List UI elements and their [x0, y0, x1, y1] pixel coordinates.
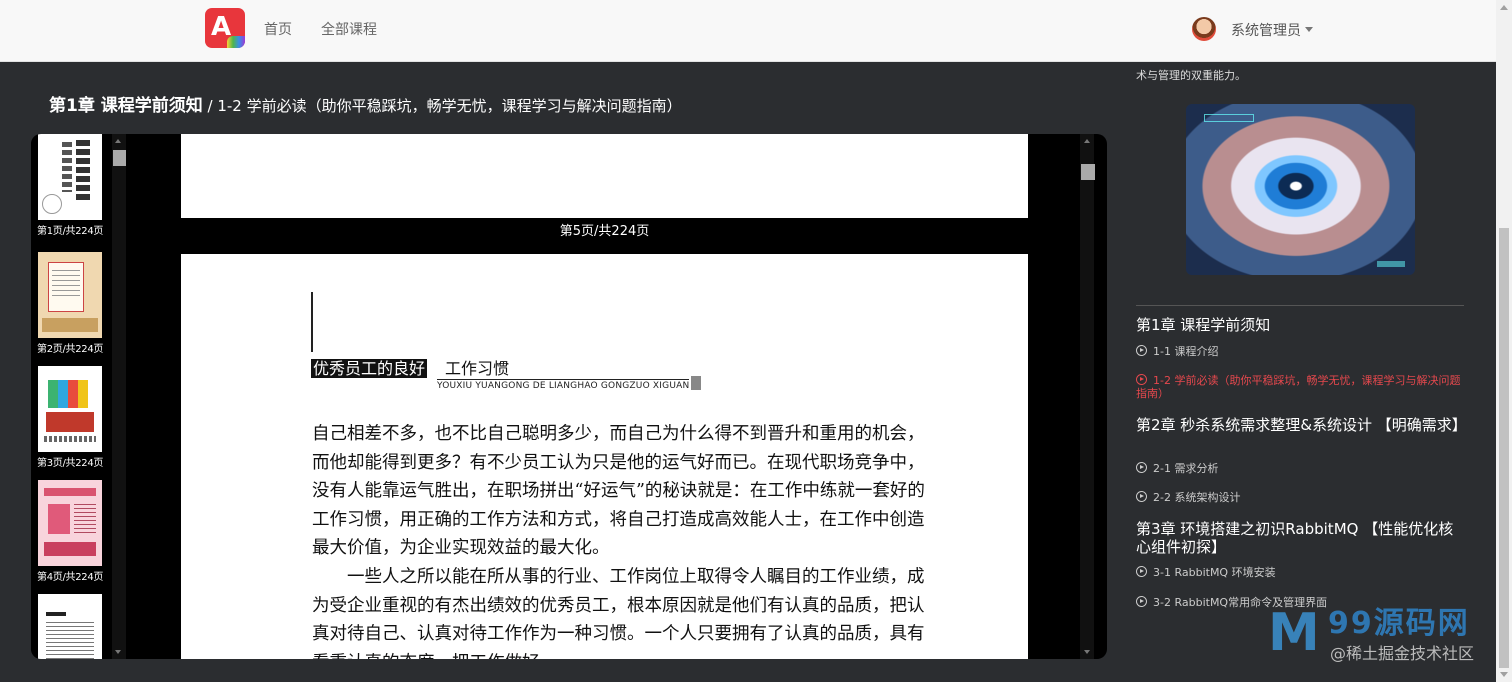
scroll-up-icon[interactable] — [1084, 139, 1090, 143]
sidebar-chapter-3: 第3章 环境搭建之初识RabbitMQ 【性能优化核心组件初探】 — [1136, 520, 1454, 556]
scroll-down-icon[interactable] — [1084, 650, 1090, 654]
sidebar-lesson-label: 2-1 需求分析 — [1153, 462, 1219, 475]
play-circle-icon — [1136, 491, 1147, 502]
page-heading-highlight: 优秀员工的良好 — [311, 359, 428, 378]
sidebar-lesson-label: 1-1 课程介绍 — [1153, 345, 1219, 358]
lesson-chapter-title: 第1章 课程学前须知 — [49, 96, 203, 116]
play-circle-icon — [1136, 596, 1147, 607]
thumbnail-scrollbar[interactable] — [112, 134, 126, 659]
watermark-subtext: @稀土掘金技术社区 — [1330, 644, 1475, 663]
thumbnail-label: 第4页/共224页 — [37, 572, 104, 583]
page-decoration-mark — [691, 376, 701, 390]
thumbnail-page-5[interactable] — [38, 594, 102, 659]
sidebar-lesson-label: 3-1 RabbitMQ 环境安装 — [1153, 566, 1276, 579]
thumbnail-image[interactable] — [38, 366, 102, 452]
top-navbar: A 首页 全部课程 系统管理员 — [0, 0, 1496, 62]
thumbnail-page-2[interactable]: 第2页/共224页 — [37, 252, 104, 355]
scroll-down-icon[interactable] — [1500, 672, 1508, 677]
page-number-label: 第5页/共224页 — [559, 224, 650, 239]
sidebar-lesson-2-2[interactable]: 2-2 系统架构设计 — [1136, 491, 1468, 504]
page-heading: 优秀员工的良好 工作习惯 — [311, 355, 510, 378]
page-scrollbar[interactable] — [1496, 0, 1512, 682]
sidebar-chapter-1: 第1章 课程学前须知 — [1136, 316, 1271, 334]
thumbnail-page-4[interactable]: 第4页/共224页 — [37, 480, 104, 583]
thumbnail-image[interactable] — [38, 134, 102, 220]
thumbnail-label: 第1页/共224页 — [37, 226, 104, 237]
lesson-subtitle: / 1-2 学前必读（助你平稳踩坑，畅学无忧，课程学习与解决问题指南） — [202, 97, 682, 115]
site-logo[interactable]: A — [205, 8, 245, 48]
watermark-logo: 99源码网 — [1328, 606, 1470, 641]
previous-page — [181, 134, 1028, 218]
page-scrollbar-thumb[interactable] — [1499, 228, 1509, 668]
sidebar-chapter-2: 第2章 秒杀系统需求整理&系统设计 【明确需求】 — [1136, 416, 1467, 434]
thumbnail-page-1[interactable]: 第1页/共224页 — [37, 134, 104, 237]
lesson-title: 第1章 课程学前须知 / 1-2 学前必读（助你平稳踩坑，畅学无忧，课程学习与解… — [49, 91, 682, 116]
sidebar-lesson-3-1[interactable]: 3-1 RabbitMQ 环境安装 — [1136, 566, 1468, 579]
thumbnail-panel: 第1页/共224页 第2页/共224页 第3页/共224页 第4页/共224页 — [31, 134, 113, 659]
play-circle-icon — [1136, 345, 1147, 356]
page-body: 自己相差不多，也不比自己聪明多少，而自己为什么得不到晋升和重用的机会，而他却能得… — [312, 420, 932, 659]
document-viewer: 第1页/共224页 第2页/共224页 第3页/共224页 第4页/共224页 … — [31, 134, 1107, 659]
play-circle-icon — [1136, 462, 1147, 473]
scroll-up-icon[interactable] — [1500, 5, 1508, 10]
sidebar-lesson-label: 2-2 系统架构设计 — [1153, 491, 1241, 504]
play-circle-icon — [1136, 374, 1147, 385]
hud-decoration — [1377, 261, 1405, 267]
thumbnail-image[interactable] — [38, 594, 102, 659]
course-intro-fragment: 术与管理的双重能力。 — [1136, 69, 1246, 82]
nav-all-courses-link[interactable]: 全部课程 — [321, 19, 377, 39]
thumbnail-label: 第3页/共224页 — [37, 458, 104, 469]
hud-decoration — [1204, 114, 1254, 122]
chevron-down-icon[interactable] — [1305, 27, 1313, 32]
thumbnail-image[interactable] — [38, 252, 102, 338]
thumbnail-label: 第2页/共224页 — [37, 344, 104, 355]
page-decoration-rule — [311, 292, 313, 352]
sidebar-lesson-1-1[interactable]: 1-1 课程介绍 — [1136, 345, 1468, 358]
scroll-down-icon[interactable] — [115, 650, 121, 654]
page-paragraph: 一些人之所以能在所从事的行业、工作岗位上取得令人瞩目的工作业绩，成为受企业重视的… — [312, 566, 925, 659]
thumbnail-image[interactable] — [38, 480, 102, 566]
page-heading-pinyin: YOUXIU YUANGONG DE LIANGHAO GONGZUO XIGU… — [437, 379, 690, 391]
sidebar-divider — [1136, 305, 1464, 306]
sidebar-lesson-2-1[interactable]: 2-1 需求分析 — [1136, 462, 1468, 475]
scroll-up-icon[interactable] — [115, 139, 121, 143]
thumbnail-scrollbar-thumb[interactable] — [113, 150, 126, 166]
sidebar-lesson-1-2[interactable]: 1-2 学前必读（助你平稳踩坑，畅学无忧，课程学习与解决问题指南） — [1136, 374, 1468, 400]
page-paragraph: 自己相差不多，也不比自己聪明多少，而自己为什么得不到晋升和重用的机会，而他却能得… — [312, 424, 925, 559]
user-menu[interactable]: 系统管理员 — [1231, 20, 1301, 40]
current-page: 优秀员工的良好 工作习惯 YOUXIU YUANGONG DE LIANGHAO … — [181, 254, 1028, 659]
thumbnail-page-3[interactable]: 第3页/共224页 — [37, 366, 104, 469]
nav-home-link[interactable]: 首页 — [264, 19, 292, 39]
play-circle-icon — [1136, 566, 1147, 577]
page-viewer-scrollbar-thumb[interactable] — [1081, 164, 1095, 180]
watermark-m-icon: M — [1268, 603, 1320, 663]
page-heading-rest: 工作习惯 — [445, 359, 510, 378]
page-viewer-scrollbar[interactable] — [1080, 134, 1095, 659]
course-cover-image — [1186, 104, 1415, 275]
user-avatar[interactable] — [1192, 17, 1216, 41]
sidebar-lesson-label: 1-2 学前必读（助你平稳踩坑，畅学无忧，课程学习与解决问题指南） — [1136, 374, 1461, 400]
